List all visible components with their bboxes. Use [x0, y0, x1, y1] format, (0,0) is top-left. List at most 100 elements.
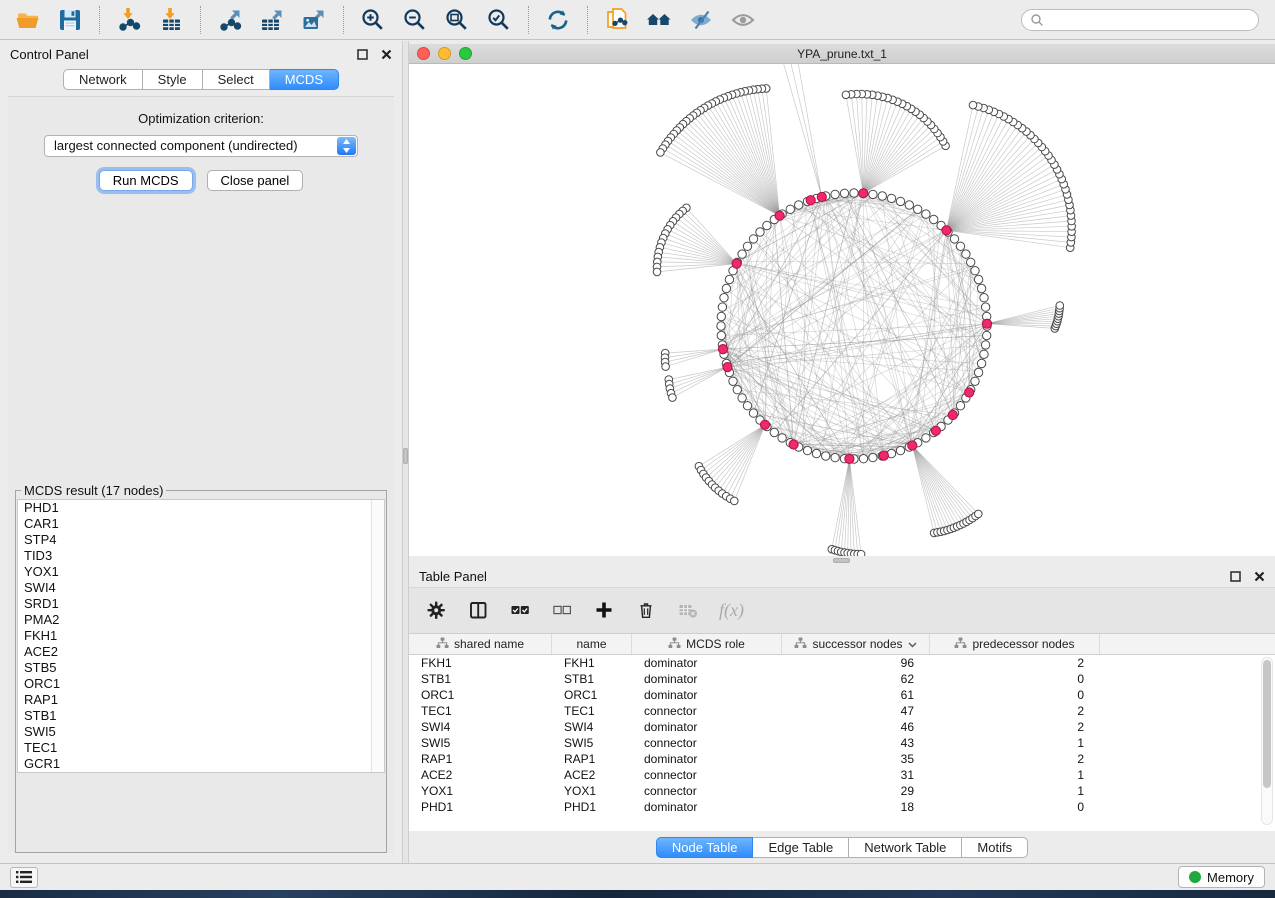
cell-MCDS-role[interactable]: dominator [632, 688, 782, 702]
export-image-icon[interactable] [296, 5, 332, 35]
zoom-selected-icon[interactable] [481, 5, 517, 35]
cell-successor-nodes[interactable]: 31 [782, 768, 930, 782]
task-history-button[interactable] [10, 867, 38, 888]
cell-successor-nodes[interactable]: 18 [782, 800, 930, 814]
cell-shared-name[interactable]: SWI5 [409, 736, 552, 750]
cell-shared-name[interactable]: SWI4 [409, 720, 552, 734]
table-row[interactable]: TEC1TEC1connector472 [409, 703, 1275, 719]
table-tab-network-table[interactable]: Network Table [849, 837, 962, 858]
cell-MCDS-role[interactable]: connector [632, 704, 782, 718]
table-row[interactable]: FKH1FKH1dominator962 [409, 655, 1275, 671]
table-row[interactable]: SWI4SWI4dominator462 [409, 719, 1275, 735]
column-header-MCDS-role[interactable]: MCDS role [632, 634, 782, 654]
result-node[interactable]: PMA2 [18, 612, 384, 628]
cell-MCDS-role[interactable]: connector [632, 784, 782, 798]
cell-shared-name[interactable]: ACE2 [409, 768, 552, 782]
cell-predecessor-nodes[interactable]: 1 [930, 768, 1100, 782]
result-node[interactable]: TEC1 [18, 740, 384, 756]
cell-successor-nodes[interactable]: 62 [782, 672, 930, 686]
close-table-panel-icon[interactable] [1253, 570, 1265, 582]
import-table-icon[interactable] [153, 5, 189, 35]
show-all-icon[interactable] [641, 5, 677, 35]
result-list-scrollbar[interactable] [371, 500, 384, 772]
cell-predecessor-nodes[interactable]: 0 [930, 672, 1100, 686]
column-header-successor-nodes[interactable]: successor nodes [782, 634, 930, 654]
cell-predecessor-nodes[interactable]: 0 [930, 688, 1100, 702]
cell-name[interactable]: RAP1 [552, 752, 632, 766]
cell-MCDS-role[interactable]: connector [632, 736, 782, 750]
cell-MCDS-role[interactable]: connector [632, 768, 782, 782]
add-row-icon[interactable] [593, 600, 615, 622]
cell-MCDS-role[interactable]: dominator [632, 720, 782, 734]
mcds-result-list[interactable]: PHD1CAR1STP4TID3YOX1SWI4SRD1PMA2FKH1ACE2… [17, 499, 385, 773]
cell-MCDS-role[interactable]: dominator [632, 656, 782, 670]
result-node[interactable]: STP4 [18, 532, 384, 548]
table-row[interactable]: SWI5SWI5connector431 [409, 735, 1275, 751]
cell-shared-name[interactable]: RAP1 [409, 752, 552, 766]
save-session-icon[interactable] [52, 5, 88, 35]
deselect-all-icon[interactable] [551, 600, 573, 622]
table-row[interactable]: ORC1ORC1dominator610 [409, 687, 1275, 703]
cell-MCDS-role[interactable]: dominator [632, 672, 782, 686]
import-network-icon[interactable] [111, 5, 147, 35]
result-node[interactable]: SWI5 [18, 724, 384, 740]
table-row[interactable]: ACE2ACE2connector311 [409, 767, 1275, 783]
cell-predecessor-nodes[interactable]: 0 [930, 800, 1100, 814]
cell-name[interactable]: SWI4 [552, 720, 632, 734]
select-all-icon[interactable] [509, 600, 531, 622]
cell-successor-nodes[interactable]: 47 [782, 704, 930, 718]
result-node[interactable]: GCR1 [18, 756, 384, 772]
hide-selected-icon[interactable] [683, 5, 719, 35]
run-mcds-button[interactable]: Run MCDS [99, 170, 193, 191]
cell-name[interactable]: FKH1 [552, 656, 632, 670]
result-node[interactable]: YOX1 [18, 564, 384, 580]
float-table-panel-icon[interactable] [1229, 570, 1241, 582]
result-node[interactable]: CAR1 [18, 516, 384, 532]
result-node[interactable]: RAP1 [18, 692, 384, 708]
cell-name[interactable]: PHD1 [552, 800, 632, 814]
vertical-splitter-grip[interactable] [403, 448, 408, 464]
duplicate-network-icon[interactable] [599, 5, 635, 35]
delete-row-icon[interactable] [635, 600, 657, 622]
cell-shared-name[interactable]: FKH1 [409, 656, 552, 670]
table-row[interactable]: YOX1YOX1connector291 [409, 783, 1275, 799]
cell-successor-nodes[interactable]: 29 [782, 784, 930, 798]
cell-shared-name[interactable]: TEC1 [409, 704, 552, 718]
result-node[interactable]: SRD1 [18, 596, 384, 612]
cell-predecessor-nodes[interactable]: 2 [930, 720, 1100, 734]
column-header-predecessor-nodes[interactable]: predecessor nodes [930, 634, 1100, 654]
result-node[interactable]: FKH1 [18, 628, 384, 644]
memory-button[interactable]: Memory [1178, 866, 1265, 888]
table-scrollbar[interactable] [1261, 657, 1273, 825]
search-input[interactable] [1050, 11, 1258, 29]
cell-name[interactable]: TEC1 [552, 704, 632, 718]
criterion-select[interactable]: largest connected component (undirected) [44, 135, 358, 157]
tab-network[interactable]: Network [63, 69, 143, 90]
tab-select[interactable]: Select [203, 69, 270, 90]
network-window-titlebar[interactable]: YPA_prune.txt_1 [409, 44, 1275, 64]
cell-predecessor-nodes[interactable]: 1 [930, 784, 1100, 798]
columns-icon[interactable] [467, 600, 489, 622]
vertical-splitter[interactable] [402, 41, 409, 863]
cell-successor-nodes[interactable]: 35 [782, 752, 930, 766]
cell-shared-name[interactable]: YOX1 [409, 784, 552, 798]
tab-style[interactable]: Style [143, 69, 203, 90]
network-graph[interactable] [409, 64, 1275, 556]
export-table-icon[interactable] [254, 5, 290, 35]
table-scrollbar-thumb[interactable] [1263, 660, 1271, 788]
result-node[interactable]: TID3 [18, 548, 384, 564]
result-node[interactable]: PHD1 [18, 500, 384, 516]
table-row[interactable]: STB1STB1dominator620 [409, 671, 1275, 687]
table-tab-motifs[interactable]: Motifs [962, 837, 1028, 858]
cell-successor-nodes[interactable]: 61 [782, 688, 930, 702]
horizontal-splitter-grip[interactable] [833, 558, 850, 563]
table-row[interactable]: PHD1PHD1dominator180 [409, 799, 1275, 815]
zoom-in-icon[interactable] [355, 5, 391, 35]
cell-predecessor-nodes[interactable]: 2 [930, 752, 1100, 766]
refresh-icon[interactable] [540, 5, 576, 35]
close-panel-icon[interactable] [380, 48, 392, 60]
show-hidden-icon[interactable] [725, 5, 761, 35]
float-panel-icon[interactable] [356, 48, 368, 60]
cell-successor-nodes[interactable]: 96 [782, 656, 930, 670]
search-box[interactable] [1021, 9, 1259, 31]
